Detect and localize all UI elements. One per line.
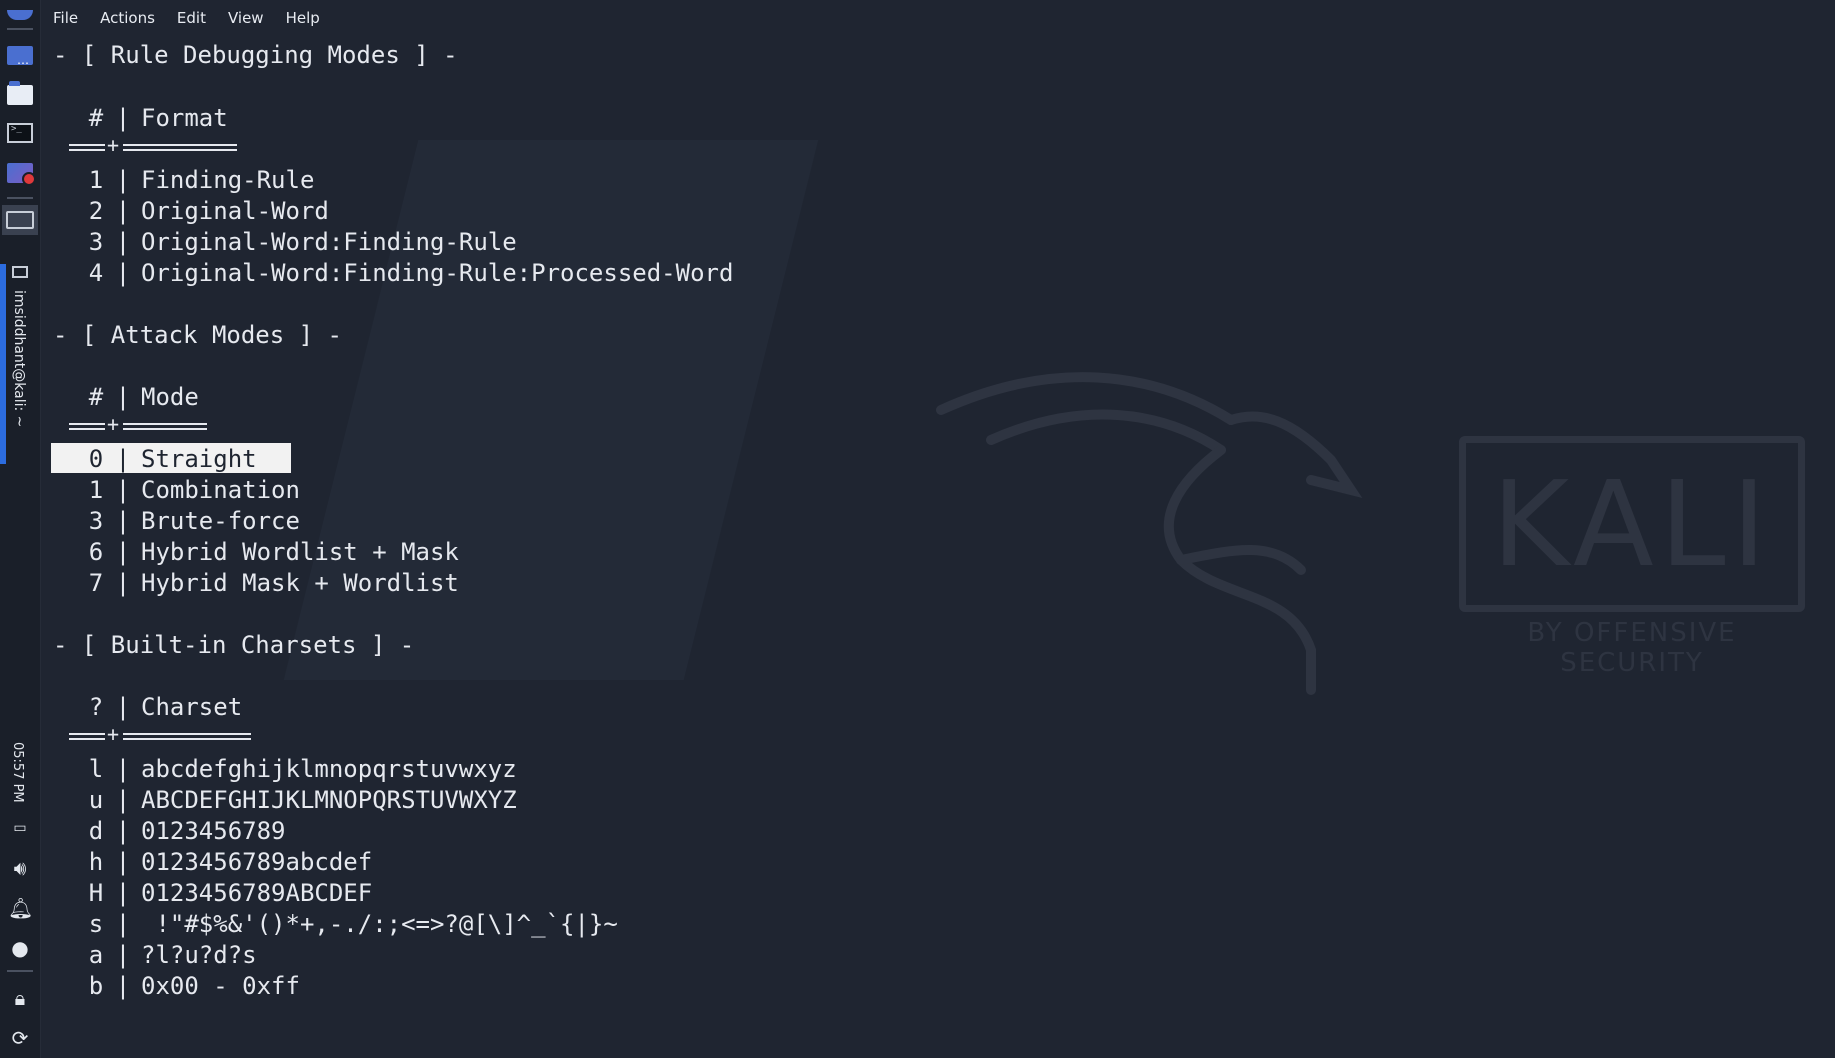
section-heading-rule-debugging: - [ Rule Debugging Modes ] - [53, 41, 458, 69]
row-value: abcdefghijklmnopqrstuvwxyz [141, 755, 517, 783]
workspace-icon[interactable] [5, 40, 35, 70]
row-value: !"#$%&'()*+,-./:;<=>?@[\]^_`{|}~ [141, 910, 618, 938]
column-header-charset: Charset [141, 693, 243, 721]
row-num: H [88, 879, 104, 907]
panel-separator [7, 970, 33, 972]
active-task-indicator [0, 264, 6, 464]
kali-logo-text: KALI [1491, 455, 1773, 593]
column-divider: | [115, 197, 131, 225]
row-value: Brute-force [141, 507, 300, 535]
notification-bell-icon[interactable]: 🔔︎ [8, 896, 33, 920]
column-divider: | [115, 693, 131, 721]
row-num: 3 [88, 507, 104, 535]
column-divider: | [115, 259, 131, 287]
terminal-window[interactable]: KALI BY OFFENSIVE SECURITY File Actions … [41, 0, 1835, 1058]
task-window-label[interactable]: imsiddhant@kali: ~ [11, 290, 27, 427]
side-panel: imsiddhant@kali: ~ 05:57 PM ▭ 🔊︎ 🔔︎ ● 🔒︎… [0, 0, 41, 1058]
row-value: 0123456789abcdef [141, 848, 373, 876]
power-status-icon[interactable]: ● [8, 936, 32, 960]
column-divider: | [115, 228, 131, 256]
column-header-format: Format [141, 104, 228, 132]
column-divider: | [115, 755, 131, 783]
row-value: ?l?u?d?s [141, 941, 257, 969]
column-divider: | [115, 569, 131, 597]
row-num: l [88, 755, 104, 783]
volume-icon[interactable]: 🔊︎ [8, 856, 32, 880]
column-divider: | [115, 879, 131, 907]
terminal-output[interactable]: - [ Rule Debugging Modes ] - # | Format … [41, 0, 801, 1058]
desktop: imsiddhant@kali: ~ 05:57 PM ▭ 🔊︎ 🔔︎ ● 🔒︎… [0, 0, 1835, 1058]
kali-logo: KALI [1459, 436, 1805, 612]
row-value: 0x00 - 0xff [141, 972, 300, 1000]
section-heading-charsets: - [ Built-in Charsets ] - [53, 631, 415, 659]
row-value: Original-Word:Finding-Rule [141, 228, 517, 256]
row-num: 3 [88, 228, 104, 256]
row-num: d [88, 817, 104, 845]
column-header-num: ? [88, 693, 104, 721]
section-heading-attack-modes: - [ Attack Modes ] - [53, 321, 342, 349]
row-num: b [88, 972, 104, 1000]
column-divider: | [115, 538, 131, 566]
row-value: Original-Word:Finding-Rule:Processed-Wor… [141, 259, 734, 287]
row-value: Hybrid Mask + Wordlist [141, 569, 459, 597]
column-divider: | [115, 166, 131, 194]
kali-tagline: BY OFFENSIVE SECURITY [1527, 618, 1737, 678]
active-window-icon[interactable] [2, 205, 38, 235]
column-divider: | [115, 445, 131, 473]
row-num: u [88, 786, 104, 814]
row-num: 4 [88, 259, 104, 287]
column-header-num: # [88, 383, 104, 411]
column-divider: | [115, 848, 131, 876]
row-num: h [88, 848, 104, 876]
clock[interactable]: 05:57 PM [10, 742, 25, 803]
row-num: 7 [88, 569, 104, 597]
row-value: 0123456789 [141, 817, 286, 845]
column-divider: | [115, 972, 131, 1000]
column-divider: | [115, 507, 131, 535]
file-manager-icon[interactable] [5, 80, 35, 110]
kali-menu-icon[interactable] [5, 0, 35, 30]
logout-icon[interactable]: ⟳ [8, 1026, 32, 1050]
column-divider: | [115, 476, 131, 504]
browser-icon[interactable] [5, 158, 36, 188]
column-divider: | [115, 817, 131, 845]
row-num: a [88, 941, 104, 969]
column-header-num: # [88, 104, 104, 132]
column-divider: | [115, 910, 131, 938]
panel-separator [7, 28, 33, 30]
row-num: s [88, 910, 104, 938]
row-value: Hybrid Wordlist + Mask [141, 538, 459, 566]
row-num: 2 [88, 197, 104, 225]
kali-dragon-icon [936, 372, 1363, 695]
column-divider: | [115, 941, 131, 969]
row-value: Original-Word [141, 197, 329, 225]
row-num: 0 [88, 445, 104, 473]
lock-icon[interactable]: 🔒︎ [8, 986, 32, 1010]
row-value: Finding-Rule [141, 166, 315, 194]
row-value: Combination [141, 476, 300, 504]
row-value: ABCDEFGHIJKLMNOPQRSTUVWXYZ [141, 786, 517, 814]
column-header-mode: Mode [141, 383, 199, 411]
row-num: 1 [88, 476, 104, 504]
column-divider: | [115, 104, 131, 132]
display-icon[interactable]: ▭ [8, 816, 32, 840]
terminal-launcher-icon[interactable] [5, 118, 35, 148]
column-divider: | [115, 383, 131, 411]
terminal-task-icon[interactable] [12, 266, 28, 278]
column-divider: | [115, 786, 131, 814]
row-num: 1 [88, 166, 104, 194]
row-num: 6 [88, 538, 104, 566]
row-value: Straight [141, 445, 257, 473]
panel-separator [7, 197, 33, 199]
row-value: 0123456789ABCDEF [141, 879, 373, 907]
